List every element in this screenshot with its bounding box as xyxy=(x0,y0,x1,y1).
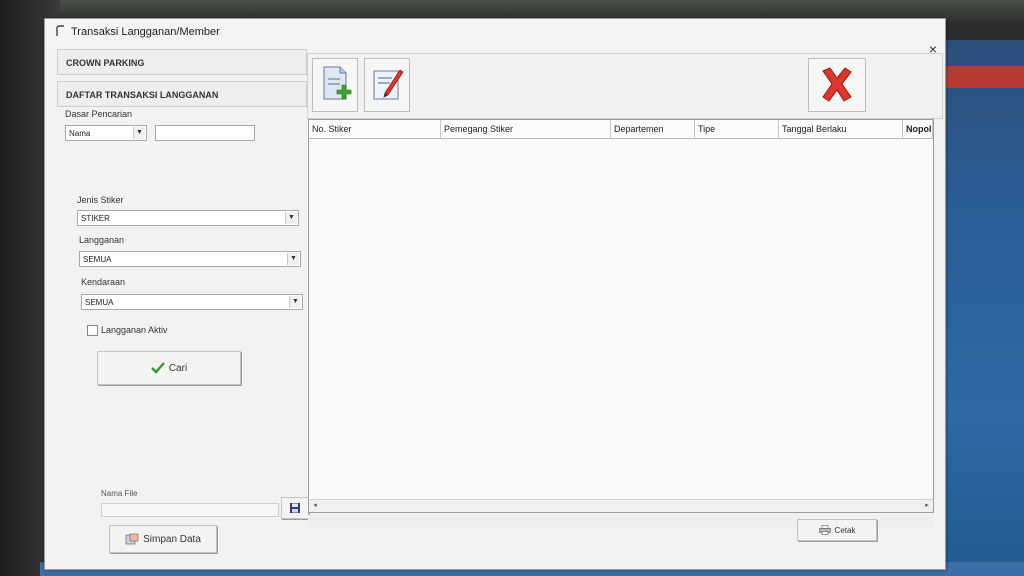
search-basis-select[interactable]: Nama ▼ xyxy=(65,125,147,141)
sticker-type-value: STIKER xyxy=(81,214,110,223)
delete-button[interactable] xyxy=(808,58,866,112)
column-header[interactable]: No. Stiker xyxy=(309,120,441,138)
horizontal-scrollbar[interactable]: ◂ ▸ xyxy=(309,499,933,512)
window-titlebar[interactable]: Transaksi Langganan/Member × xyxy=(45,19,945,57)
search-button-label: Cari xyxy=(168,362,188,374)
vehicle-select[interactable]: SEMUA ▼ xyxy=(81,294,303,310)
search-panel: CROWN PARKING DAFTAR TRANSAKSI LANGGANAN… xyxy=(49,47,309,567)
search-basis-value: Nama xyxy=(69,129,91,138)
transaction-table[interactable]: No. Stiker Pemegang Stiker Departemen Ti… xyxy=(308,119,934,513)
subscription-select[interactable]: SEMUA ▼ xyxy=(79,251,301,267)
save-data-label: Simpan Data xyxy=(143,533,201,545)
vehicle-value: SEMUA xyxy=(85,298,114,307)
table-header: No. Stiker Pemegang Stiker Departemen Ti… xyxy=(309,120,933,139)
chevron-down-icon[interactable]: ▼ xyxy=(289,296,301,308)
file-name-label: Nama File xyxy=(101,489,138,498)
column-header[interactable]: Departemen xyxy=(611,120,695,138)
print-button[interactable]: Cetak xyxy=(797,519,877,541)
subscription-label: Langganan xyxy=(79,235,125,245)
scroll-left-icon[interactable]: ◂ xyxy=(309,500,321,512)
active-subscription-label: Langganan Aktiv xyxy=(101,325,168,335)
print-button-label: Cetak xyxy=(834,525,856,535)
app-icon xyxy=(56,25,64,36)
sticker-type-label: Jenis Stiker xyxy=(77,195,124,205)
sticker-type-select[interactable]: STIKER ▼ xyxy=(77,210,299,226)
search-basis-label: Dasar Pencarian xyxy=(65,109,133,119)
column-header[interactable]: Tanggal Berlaku xyxy=(779,120,903,138)
floppy-disk-icon xyxy=(290,503,300,513)
edit-button[interactable] xyxy=(364,58,410,112)
transaction-window: Transaksi Langganan/Member × CROWN PARKI… xyxy=(44,18,946,570)
chevron-down-icon[interactable]: ▼ xyxy=(287,253,299,265)
chevron-down-icon[interactable]: ▼ xyxy=(285,212,297,224)
scroll-right-icon[interactable]: ▸ xyxy=(921,500,933,512)
column-header[interactable]: Tipe xyxy=(695,120,779,138)
browse-file-button[interactable] xyxy=(281,497,309,519)
save-data-button[interactable]: Simpan Data xyxy=(109,525,217,553)
file-name-input[interactable] xyxy=(101,503,279,517)
delete-icon xyxy=(822,67,852,102)
search-button[interactable]: Cari xyxy=(97,351,241,385)
chevron-down-icon[interactable]: ▼ xyxy=(133,127,145,139)
save-data-icon xyxy=(125,533,139,545)
new-button[interactable] xyxy=(312,58,358,112)
printer-icon xyxy=(818,525,831,535)
column-header[interactable]: Pemegang Stiker xyxy=(441,120,611,138)
window-title: Transaksi Langganan/Member xyxy=(71,26,220,38)
vehicle-label: Kendaraan xyxy=(81,277,126,287)
active-subscription-checkbox[interactable] xyxy=(87,325,98,336)
toolbar xyxy=(307,53,943,119)
section-header: DAFTAR TRANSAKSI LANGGANAN xyxy=(57,81,307,107)
new-document-icon xyxy=(323,66,352,100)
column-header[interactable]: Nopol xyxy=(903,120,933,138)
checkmark-icon xyxy=(150,362,165,374)
edit-document-icon xyxy=(373,69,404,100)
subscription-value: SEMUA xyxy=(83,255,112,264)
search-input[interactable] xyxy=(155,125,255,141)
company-header: CROWN PARKING xyxy=(57,49,307,75)
